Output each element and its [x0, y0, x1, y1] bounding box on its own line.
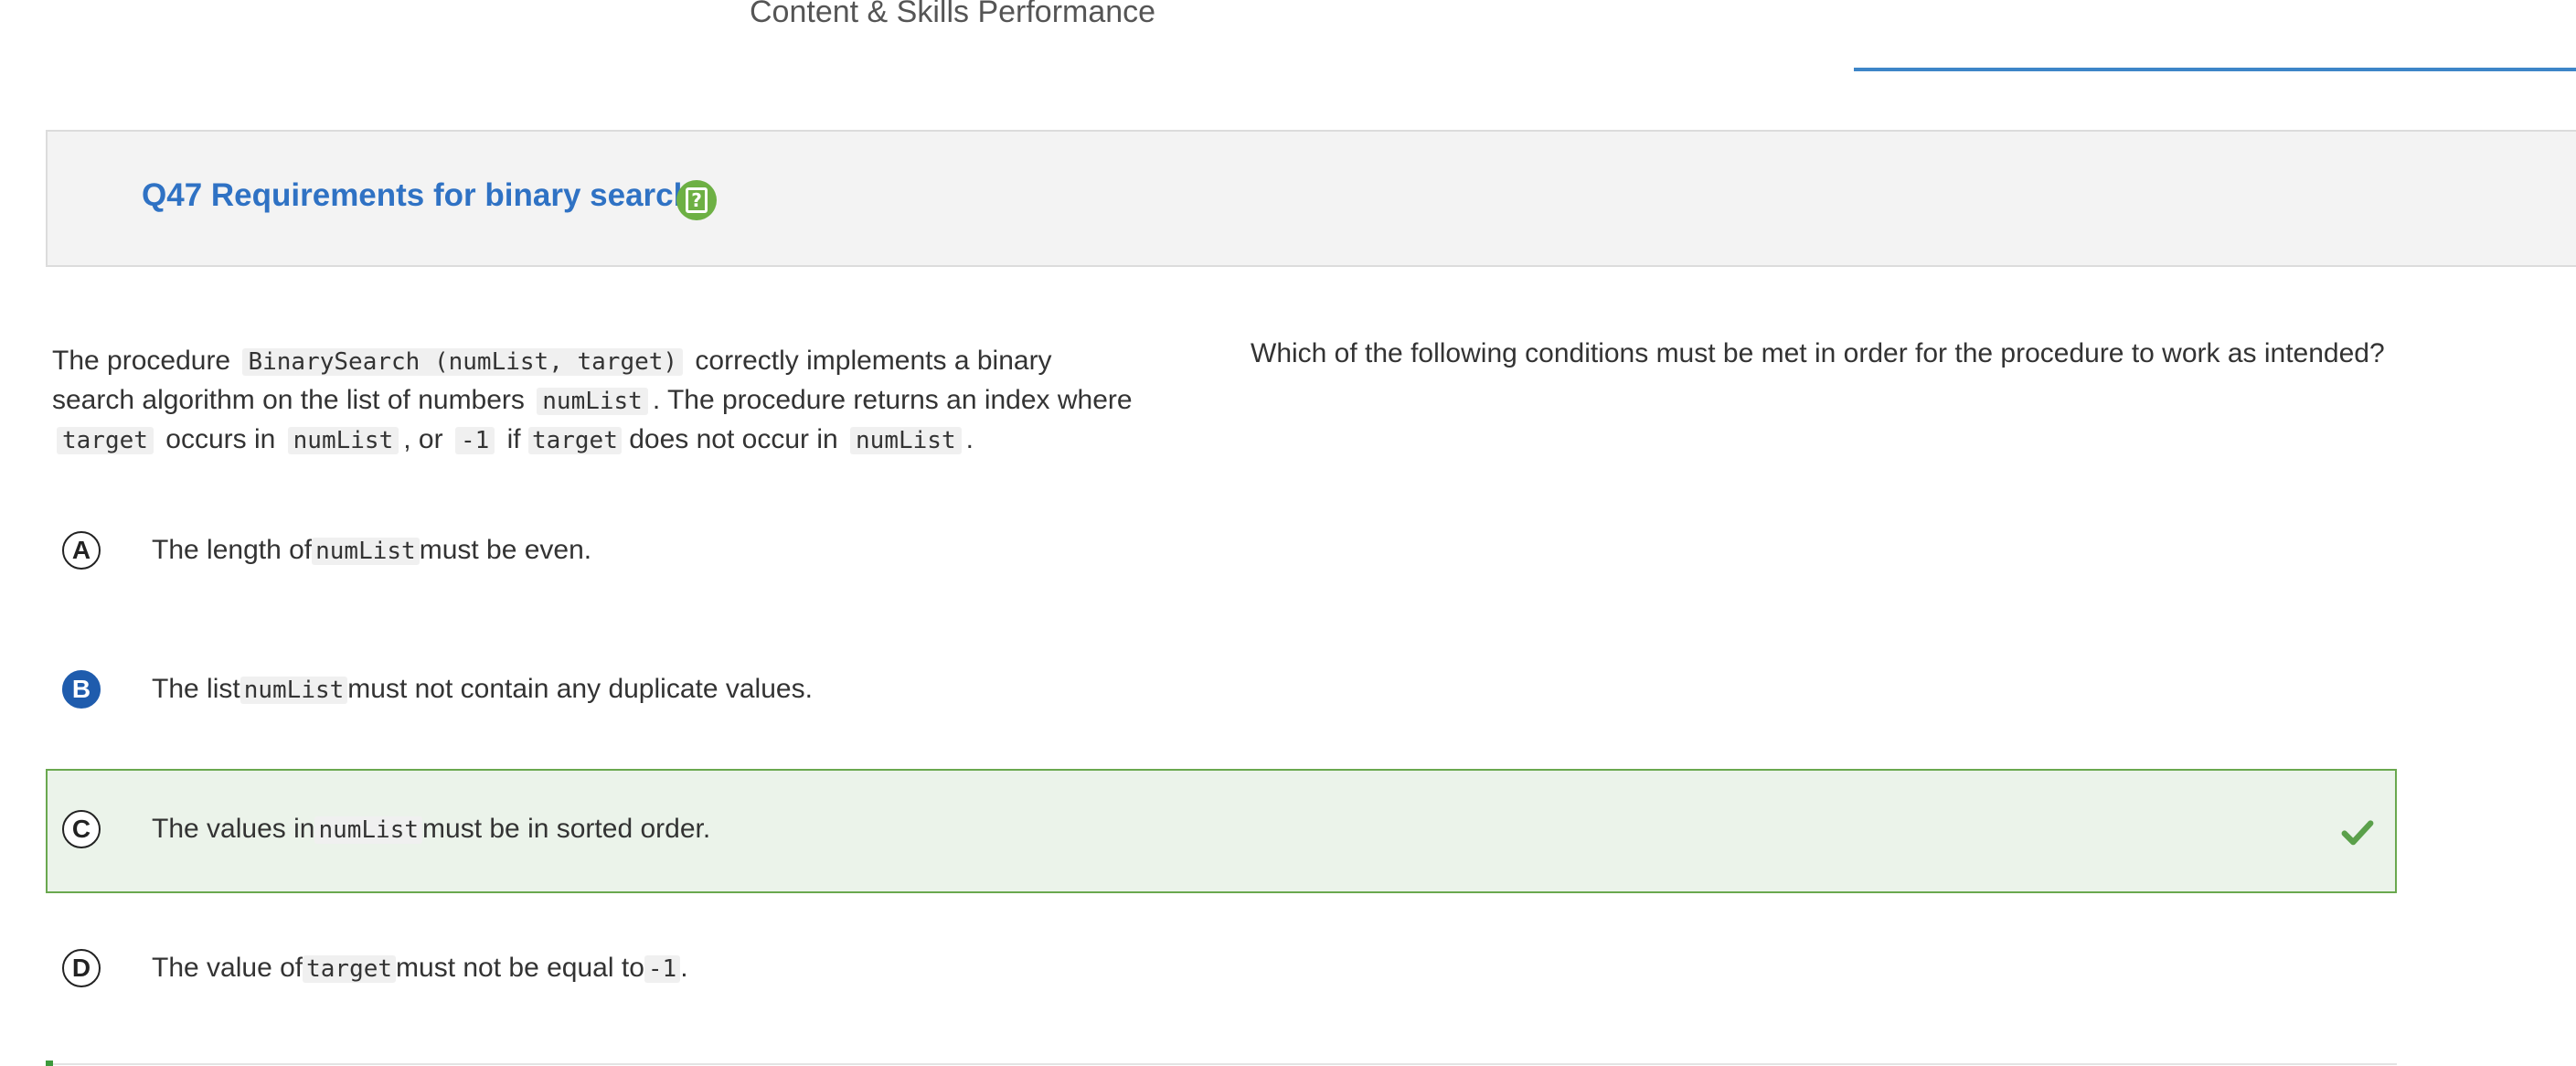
help-icon[interactable]: ?	[676, 180, 717, 220]
answer-option-a[interactable]: A The length of numList must be even.	[46, 490, 2397, 614]
page: Content & Skills Performance Q47 Require…	[0, 0, 2576, 1066]
option-letter-b[interactable]: B	[62, 670, 101, 709]
option-text: must not contain any duplicate values.	[347, 674, 813, 704]
option-text-d: The value of target must not be equal to -1…	[152, 948, 688, 989]
option-text: .	[680, 953, 688, 983]
option-text-b: The list numList must not contain any dupl…	[152, 669, 813, 710]
option-text: The values in	[152, 814, 315, 844]
active-tab-indicator	[1854, 68, 2576, 71]
divider	[46, 1063, 2397, 1065]
stimulus-text: if	[506, 424, 521, 454]
code-inline: numList	[312, 538, 420, 565]
stimulus-text: .	[965, 424, 974, 454]
code-inline: numList	[240, 677, 348, 704]
option-text: The list	[152, 674, 240, 704]
question-header: Q47 Requirements for binary search ?	[46, 130, 2576, 267]
help-icon-glyph: ?	[686, 187, 708, 213]
option-letter-d[interactable]: D	[62, 949, 101, 987]
option-text: must be in sorted order.	[422, 814, 711, 844]
question-title[interactable]: Q47 Requirements for binary search	[142, 177, 693, 214]
question-stimulus: The procedure BinarySearch (numList, tar…	[52, 342, 1140, 460]
option-letter-a[interactable]: A	[62, 531, 101, 570]
code-inline: -1	[454, 427, 495, 454]
answer-option-d[interactable]: D The value of target must not be equal to…	[46, 908, 2397, 1032]
code-inline: numList	[850, 427, 962, 454]
stimulus-text: . The procedure returns an index where	[652, 385, 1133, 415]
code-inline: target	[303, 955, 397, 983]
stimulus-text: does not occur in	[629, 424, 838, 454]
answer-option-b[interactable]: B The list numList must not contain any du…	[46, 629, 2397, 753]
code-inline: BinarySearch (numList, target)	[242, 348, 684, 376]
code-inline: target	[527, 427, 622, 454]
option-text: must be even.	[419, 535, 592, 565]
option-text: must not be equal to	[396, 953, 644, 983]
option-text-a: The length of numList must be even.	[152, 530, 591, 571]
answer-option-c[interactable]: C The values in numList must be in sorted …	[46, 769, 2397, 893]
code-inline: target	[57, 427, 154, 454]
option-letter-c[interactable]: C	[62, 810, 101, 848]
code-inline: -1	[644, 955, 681, 983]
option-text-c: The values in numList must be in sorted or…	[152, 809, 710, 850]
divider-accent	[46, 1061, 53, 1066]
stimulus-text: , or	[403, 424, 443, 454]
code-inline: numList	[287, 427, 399, 454]
option-text: The value of	[152, 953, 303, 983]
page-title: Content & Skills Performance	[750, 0, 1156, 29]
stimulus-text: The procedure	[52, 346, 231, 376]
code-inline: numList	[314, 816, 423, 844]
checkmark-icon	[2341, 820, 2374, 846]
stimulus-text: occurs in	[165, 424, 276, 454]
question-stem: Which of the following conditions must b…	[1251, 338, 2385, 368]
code-inline: numList	[537, 388, 648, 415]
option-text: The length of	[152, 535, 313, 565]
